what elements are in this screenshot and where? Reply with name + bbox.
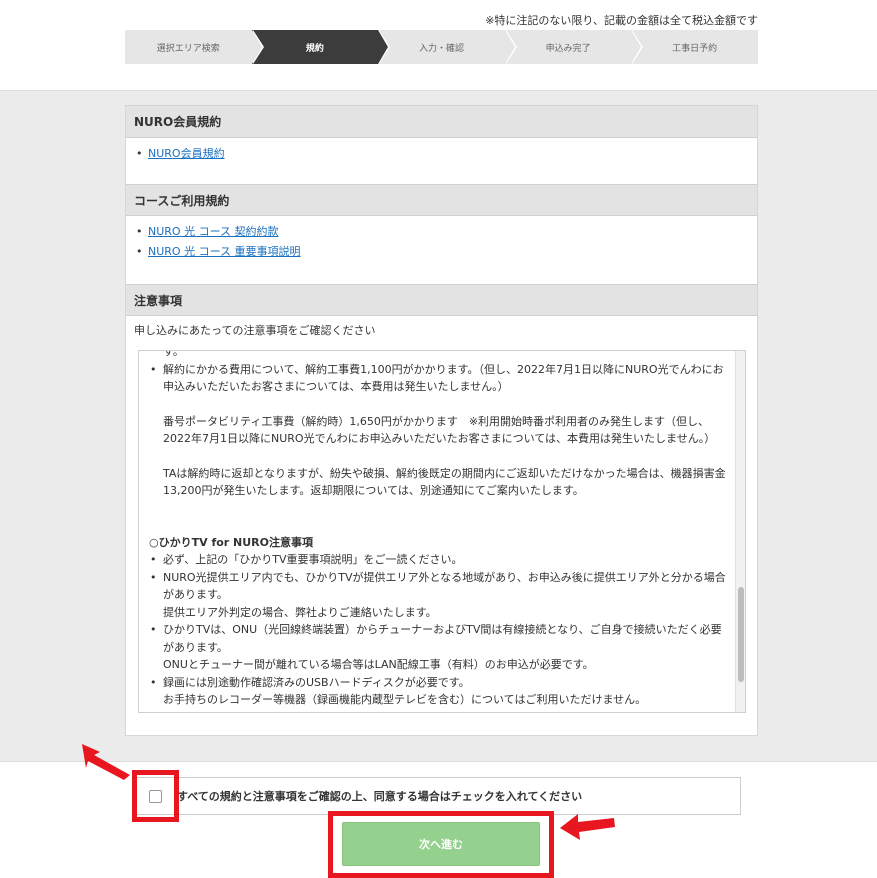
notice-item-sub: ONUとチューナー間が離れている場合等はLAN配線工事（有料）のお申込が必要です…: [163, 658, 594, 671]
notice-item-sub: お手持ちのレコーダー等機器（録画機能内蔵型テレビを含む）についてはご利用いただけ…: [163, 693, 647, 706]
notice-paragraph: 番号ポータビリティ工事費（解約時）1,650円がかかります ※利用開始時番ポ利用…: [163, 414, 716, 446]
terms-panel: NURO会員規約 NURO会員規約 コースご利用規約 NURO 光 コース 契約…: [125, 105, 758, 736]
step-terms: 規約: [251, 30, 391, 64]
notice-content: す。 解約にかかる費用について、解約工事費1,100円がかかります。（但し、20…: [149, 350, 729, 709]
section-header-notice: 注意事項: [126, 284, 757, 316]
step-input-confirm: 入力・確認: [378, 30, 517, 64]
notice-item: 必ず、上記の「ひかりTV重要事項説明」をご一読ください。: [149, 551, 729, 569]
step-label: 規約: [305, 43, 324, 54]
link-important-explanation[interactable]: NURO 光 コース 重要事項説明: [148, 245, 301, 258]
notice-fragment: す。: [163, 350, 184, 358]
arrow-to-button-icon: [560, 814, 615, 840]
step-area-search: 選択エリア検索: [125, 30, 264, 64]
section-body-member: NURO会員規約: [126, 138, 757, 184]
step-label: 入力・確認: [418, 43, 464, 54]
section-body-course: NURO 光 コース 契約約款 NURO 光 コース 重要事項説明: [126, 216, 757, 284]
notice-paragraph: TAは解約時に返却となりますが、紛失や破損、解約後既定の期間内にご返却いただけな…: [163, 466, 726, 498]
list-item: NURO 光 コース 契約約款: [134, 222, 749, 242]
checkbox-highlight-frame: [132, 770, 179, 822]
progress-steps: 選択エリア検索 規約 入力・確認 申込み完了 工事日予約: [125, 30, 758, 64]
notice-item: ひかりTVは、ONU（光回線終端装置）からチューナーおよびTV間は有線接続となり…: [149, 621, 729, 674]
agree-label[interactable]: すべての規約と注意事項をご確認の上、同意する場合はチェックを入れてください: [177, 788, 582, 804]
scrollbar-thumb[interactable]: [738, 587, 744, 682]
notice-item-text: NURO光提供エリア内でも、ひかりTVが提供エリア外となる地域があり、お申込み後…: [163, 570, 726, 602]
button-highlight-frame: [328, 811, 554, 878]
notice-intro: 申し込みにあたっての注意事項をご確認ください: [134, 324, 376, 337]
step-label: 選択エリア検索: [156, 43, 220, 54]
notice-item: 録画には別途動作確認済みのUSBハードディスクが必要です。 お手持ちのレコーダー…: [149, 674, 729, 709]
notice-scroll-box[interactable]: す。 解約にかかる費用について、解約工事費1,100円がかかります。（但し、20…: [138, 350, 746, 713]
step-complete: 申込み完了: [504, 30, 644, 64]
step-label: 申込み完了: [545, 43, 591, 54]
notice-item: 解約にかかる費用について、解約工事費1,100円がかかります。（但し、2022年…: [149, 361, 729, 396]
step-label: 工事日予約: [672, 43, 718, 54]
arrow-to-checkbox-icon: [82, 744, 130, 780]
section-header-course: コースご利用規約: [126, 184, 757, 216]
list-item: NURO 光 コース 重要事項説明: [134, 242, 749, 262]
step-construction-date: 工事日予約: [631, 30, 758, 64]
tv-notice-heading: ○ひかりTV for NURO注意事項: [149, 535, 314, 549]
notice-item: NURO光提供エリア内でも、ひかりTVが提供エリア外となる地域があり、お申込み後…: [149, 569, 729, 622]
notice-item-sub: 提供エリア外判定の場合、弊社よりご連絡いたします。: [163, 605, 437, 619]
link-member-terms[interactable]: NURO会員規約: [148, 147, 225, 160]
notice-item-text: ひかりTVは、ONU（光回線終端装置）からチューナーおよびTV間は有線接続となり…: [163, 623, 722, 654]
agree-box[interactable]: すべての規約と注意事項をご確認の上、同意する場合はチェックを入れてください: [136, 777, 741, 815]
notice-item-text: 録画には別途動作確認済みのUSBハードディスクが必要です。: [163, 675, 470, 689]
list-item: NURO会員規約: [134, 144, 749, 164]
notice-scrollbar[interactable]: [735, 351, 745, 712]
tax-note: ※特に注記のない限り、記載の金額は全て税込金額です: [485, 14, 758, 27]
section-header-member: NURO会員規約: [126, 106, 757, 138]
link-contract-terms[interactable]: NURO 光 コース 契約約款: [148, 225, 279, 238]
